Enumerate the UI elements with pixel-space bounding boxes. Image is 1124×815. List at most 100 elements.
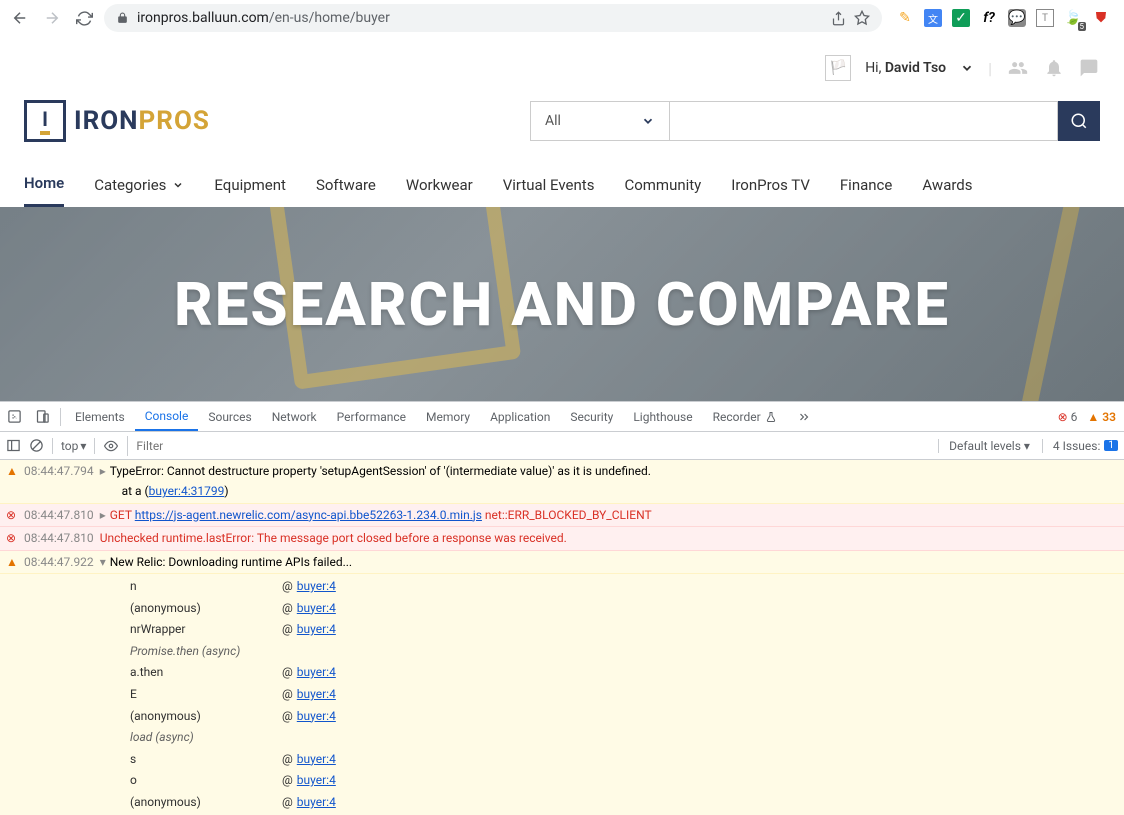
log-entry[interactable]: ⊗ 08:44:47.810 ▸ GET https://js-agent.ne… [0, 504, 1124, 527]
extension-translate-icon[interactable]: 文 [924, 9, 942, 27]
extension-icon[interactable]: T [1036, 9, 1054, 27]
chat-icon[interactable] [1078, 58, 1100, 78]
nav-software[interactable]: Software [316, 168, 376, 207]
stack-frame[interactable]: s@buyer:4 [130, 749, 1118, 771]
search-input[interactable] [670, 101, 1058, 141]
stack-frame-async: Promise.then (async) [130, 641, 1118, 663]
log-message: GET https://js-agent.newrelic.com/async-… [110, 505, 652, 525]
tab-console[interactable]: Console [135, 402, 199, 431]
stack-frame[interactable]: (anonymous)@buyer:4 [130, 706, 1118, 728]
source-link[interactable]: buyer:4 [297, 619, 336, 641]
live-expression-icon[interactable] [103, 439, 119, 453]
chevron-down-icon [641, 114, 655, 128]
chevron-right-double-icon [797, 410, 811, 424]
device-toggle-icon[interactable] [28, 402, 56, 431]
tab-sources[interactable]: Sources [198, 402, 261, 431]
extensions-area: ✎ 文 ✓ f? 💬 T 🍃5 ⛊ [890, 9, 1116, 27]
chevron-down-icon[interactable] [960, 61, 974, 75]
error-badge[interactable]: ⊗ 6 [1058, 410, 1078, 424]
source-link[interactable]: buyer:4:31799 [149, 484, 225, 498]
tabs-overflow[interactable] [787, 402, 821, 431]
context-selector[interactable]: top ▾ [61, 439, 86, 453]
source-link[interactable]: buyer:4 [297, 792, 336, 814]
search-icon [1070, 112, 1088, 130]
people-icon[interactable] [1006, 58, 1030, 78]
site-header: 🏳️ Hi, David Tso | I IRONPROS All [0, 36, 1124, 207]
forward-button[interactable] [40, 6, 64, 30]
source-link[interactable]: buyer:4 [297, 576, 336, 598]
search-button[interactable] [1058, 101, 1100, 141]
logo-text-pros: PROS [139, 106, 210, 136]
inspect-icon[interactable] [0, 402, 28, 431]
tab-security[interactable]: Security [560, 402, 623, 431]
stack-frame[interactable]: E@buyer:4 [130, 684, 1118, 706]
nav-ironpros-tv[interactable]: IronPros TV [731, 168, 810, 207]
source-link[interactable]: https://js-agent.newrelic.com/async-api.… [135, 508, 482, 522]
user-greeting[interactable]: Hi, David Tso [865, 60, 946, 76]
source-link[interactable]: buyer:4 [297, 598, 336, 620]
tab-performance[interactable]: Performance [327, 402, 416, 431]
log-entry[interactable]: ▲ 08:44:47.922 ▾ New Relic: Downloading … [0, 551, 1124, 574]
back-button[interactable] [8, 6, 32, 30]
source-link[interactable]: buyer:4 [297, 749, 336, 771]
logo-text-iron: IRON [74, 106, 139, 136]
tab-application[interactable]: Application [480, 402, 560, 431]
extension-shield-icon[interactable]: ⛊ [1092, 9, 1110, 27]
log-levels-dropdown[interactable]: Default levels ▾ [938, 439, 1030, 453]
log-entry[interactable]: ▲ 08:44:47.794 ▸ TypeError: Cannot destr… [0, 460, 1124, 504]
nav-finance[interactable]: Finance [840, 168, 892, 207]
expand-arrow-icon[interactable]: ▸ [100, 505, 106, 525]
warning-badge[interactable]: ▲ 33 [1087, 410, 1116, 424]
nav-virtual-events[interactable]: Virtual Events [503, 168, 595, 207]
stack-trace: n@buyer:4 (anonymous)@buyer:4 nrWrapper@… [0, 574, 1124, 815]
collapse-arrow-icon[interactable]: ▾ [100, 552, 106, 572]
browser-toolbar: ironpros.balluun.com/en-us/home/buyer ✎ … [0, 0, 1124, 36]
log-message: New Relic: Downloading runtime APIs fail… [110, 552, 352, 572]
nav-awards[interactable]: Awards [922, 168, 972, 207]
issues-indicator[interactable]: 4 Issues: 1 [1042, 439, 1118, 453]
tab-memory[interactable]: Memory [416, 402, 480, 431]
console-filter-input[interactable] [127, 436, 847, 456]
tab-network[interactable]: Network [262, 402, 327, 431]
nav-equipment[interactable]: Equipment [214, 168, 286, 207]
language-selector[interactable]: 🏳️ [825, 55, 851, 81]
lock-icon [116, 12, 129, 25]
nav-community[interactable]: Community [624, 168, 701, 207]
extension-icon[interactable]: f? [980, 9, 998, 27]
reload-button[interactable] [72, 6, 96, 30]
search-category-label: All [545, 113, 561, 129]
extension-icon[interactable]: 💬 [1008, 9, 1026, 27]
address-bar[interactable]: ironpros.balluun.com/en-us/home/buyer [104, 4, 882, 32]
warning-icon: ▲ [6, 461, 20, 502]
hero-banner: RESEARCH AND COMPARE [0, 207, 1124, 401]
tab-elements[interactable]: Elements [65, 402, 135, 431]
nav-home[interactable]: Home [24, 168, 64, 207]
nav-workwear[interactable]: Workwear [406, 168, 473, 207]
bell-icon[interactable] [1044, 58, 1064, 78]
expand-arrow-icon[interactable]: ▸ [100, 461, 106, 502]
stack-frame[interactable]: n@buyer:4 [130, 576, 1118, 598]
extension-icon[interactable]: ✓ [952, 9, 970, 27]
source-link[interactable]: buyer:4 [297, 706, 336, 728]
stack-frame[interactable]: nrWrapper@buyer:4 [130, 619, 1118, 641]
nav-categories[interactable]: Categories [94, 168, 184, 207]
share-icon[interactable] [831, 11, 846, 26]
stack-frame[interactable]: (anonymous)@buyer:4 [130, 792, 1118, 814]
search-category-dropdown[interactable]: All [530, 101, 670, 141]
stack-frame[interactable]: a.then@buyer:4 [130, 662, 1118, 684]
log-entry[interactable]: ⊗ 08:44:47.810 Unchecked runtime.lastErr… [0, 527, 1124, 550]
extension-icon[interactable]: ✎ [896, 9, 914, 27]
log-message: Unchecked runtime.lastError: The message… [100, 528, 567, 548]
bookmark-star-icon[interactable] [854, 10, 870, 26]
flask-icon [765, 411, 777, 423]
tab-lighthouse[interactable]: Lighthouse [623, 402, 702, 431]
source-link[interactable]: buyer:4 [297, 662, 336, 684]
hero-title: RESEARCH AND COMPARE [174, 269, 950, 340]
sidebar-toggle-icon[interactable] [6, 438, 21, 453]
extension-icon[interactable]: 🍃5 [1064, 9, 1082, 27]
tab-recorder[interactable]: Recorder [703, 402, 787, 431]
clear-console-icon[interactable] [29, 438, 44, 453]
source-link[interactable]: buyer:4 [297, 684, 336, 706]
site-logo[interactable]: I IRONPROS [24, 100, 210, 142]
stack-frame[interactable]: (anonymous)@buyer:4 [130, 598, 1118, 620]
